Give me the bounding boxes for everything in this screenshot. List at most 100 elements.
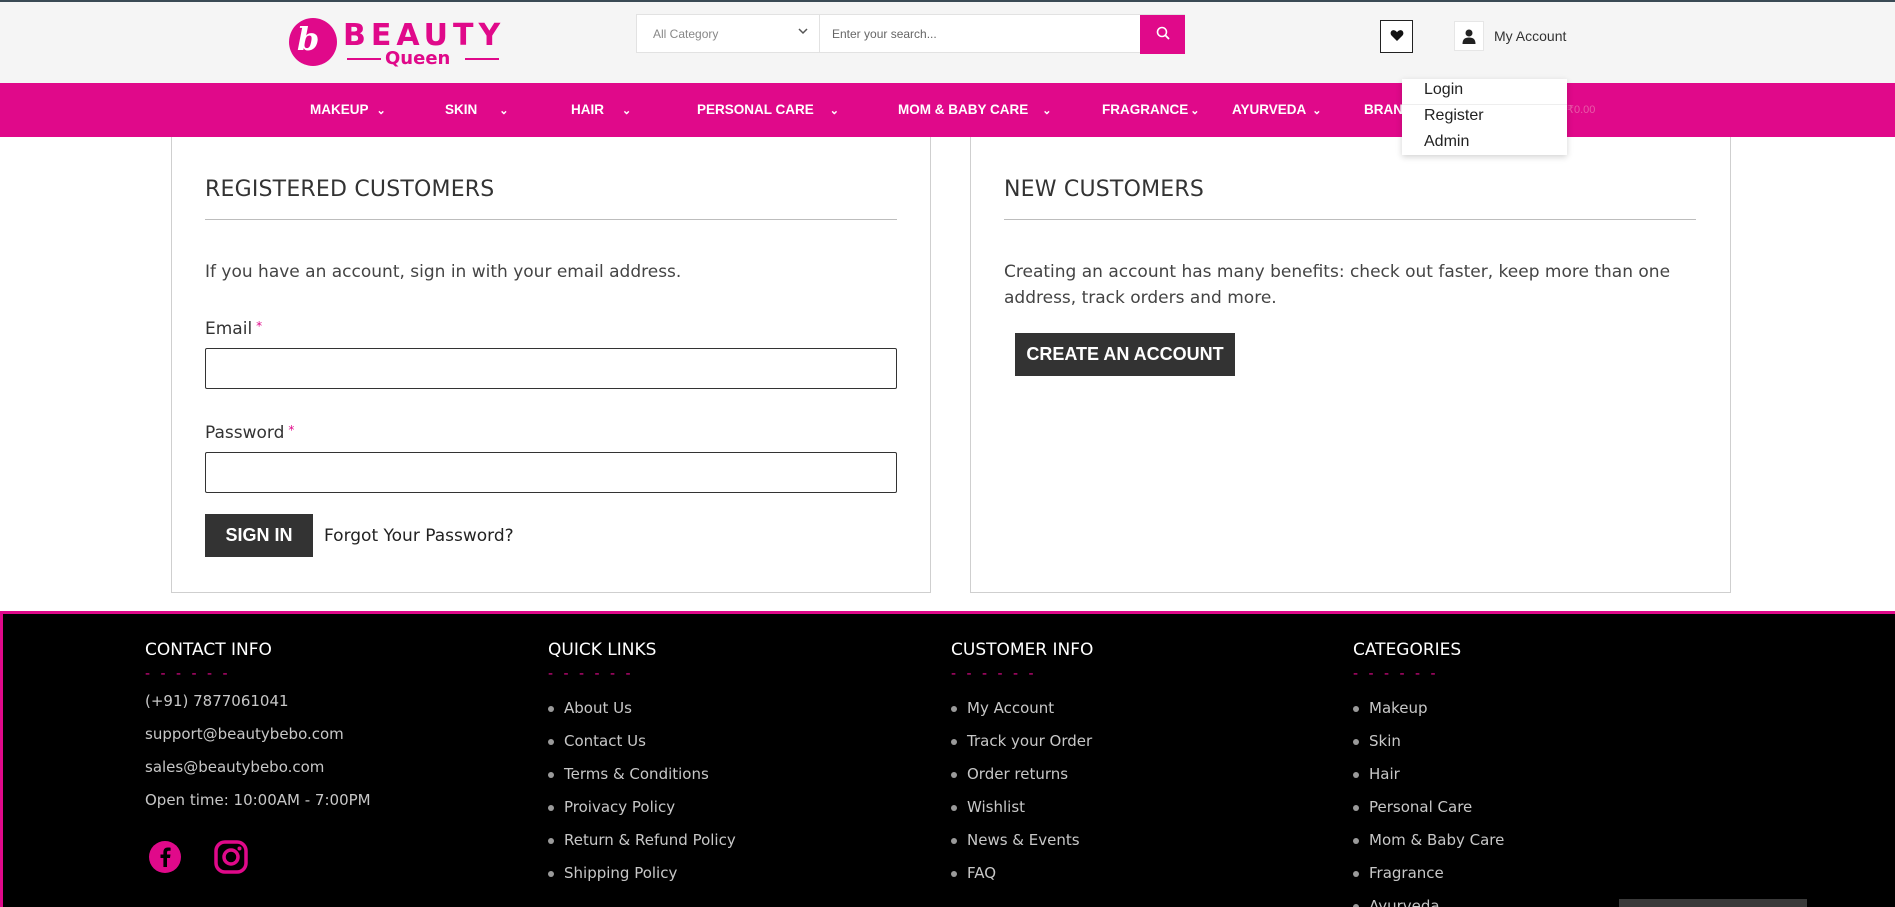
wishlist-button[interactable] bbox=[1380, 20, 1413, 53]
contact-phone[interactable]: (+91) 7877061041 bbox=[145, 690, 371, 713]
footer-link[interactable]: Hair bbox=[1353, 758, 1504, 791]
contact-email-sales[interactable]: sales@beautybebo.com bbox=[145, 756, 371, 779]
footer-link[interactable]: News & Events bbox=[951, 824, 1093, 857]
password-field[interactable] bbox=[205, 452, 897, 493]
nav-label: PERSONAL CARE bbox=[697, 102, 814, 117]
footer-link[interactable]: My Account bbox=[951, 692, 1093, 725]
nav-item-hair[interactable]: HAIR ⌄ bbox=[571, 102, 631, 117]
heading-underline: - - - - - - bbox=[1353, 666, 1439, 682]
email-field[interactable] bbox=[205, 348, 897, 389]
email-label: Email * bbox=[205, 319, 262, 339]
footer-heading: QUICK LINKS bbox=[548, 640, 657, 660]
new-customers-text: Creating an account has many benefits: c… bbox=[1004, 262, 1671, 308]
chevron-down-icon: ⌄ bbox=[1312, 105, 1322, 117]
menu-item-admin[interactable]: Admin bbox=[1402, 131, 1567, 157]
footer-link[interactable]: Mom & Baby Care bbox=[1353, 824, 1504, 857]
facebook-icon[interactable] bbox=[148, 840, 182, 874]
nav-item-brands[interactable]: BRAN bbox=[1364, 102, 1403, 117]
menu-item-register[interactable]: Register bbox=[1402, 105, 1567, 131]
footer-link[interactable]: Skin bbox=[1353, 725, 1504, 758]
nav-label: FRAGRANCE bbox=[1102, 102, 1189, 117]
logo-subtitle: Queen bbox=[385, 48, 451, 69]
email-label-text: Email bbox=[205, 319, 253, 339]
footer-link[interactable]: Track your Order bbox=[951, 725, 1093, 758]
nav-label: HAIR bbox=[571, 102, 604, 117]
title-divider bbox=[205, 219, 897, 220]
footer-link[interactable]: Personal Care bbox=[1353, 791, 1504, 824]
footer-customer-info: CUSTOMER INFO - - - - - - My Account Tra… bbox=[951, 640, 1093, 890]
nav-label: AYURVEDA bbox=[1232, 102, 1307, 117]
footer-categories: CATEGORIES - - - - - - Makeup Skin Hair … bbox=[1353, 640, 1504, 907]
chevron-down-icon: ⌄ bbox=[1190, 105, 1200, 117]
heart-icon bbox=[1390, 27, 1404, 46]
registered-intro: If you have an account, sign in with you… bbox=[205, 262, 682, 282]
footer-link[interactable]: Contact Us bbox=[548, 725, 736, 758]
brand-logo[interactable]: b BEAUTY Queen bbox=[289, 16, 509, 69]
nav-item-skin[interactable]: SKIN ⌄ bbox=[445, 102, 508, 117]
my-account-toggle[interactable]: My Account bbox=[1454, 21, 1566, 51]
logo-rule-left bbox=[347, 58, 381, 60]
main-nav: MAKEUP ⌄ SKIN ⌄ HAIR ⌄ PERSONAL CARE ⌄ MOM &… bbox=[0, 83, 1895, 137]
sign-in-button[interactable]: SIGN IN bbox=[205, 514, 313, 557]
heading-underline: - - - - - - bbox=[548, 666, 634, 682]
footer-link[interactable]: Shipping Policy bbox=[548, 857, 736, 890]
menu-item-login[interactable]: Login bbox=[1402, 79, 1567, 105]
instagram-icon[interactable] bbox=[214, 840, 248, 874]
create-account-button[interactable]: CREATE AN ACCOUNT bbox=[1015, 333, 1235, 376]
chevron-down-icon: ⌄ bbox=[1042, 105, 1052, 117]
heading-underline: - - - - - - bbox=[951, 666, 1037, 682]
logo-mark-letter: b bbox=[297, 20, 320, 58]
footer-quick-links: QUICK LINKS - - - - - - About Us Contact… bbox=[548, 640, 736, 890]
search-button[interactable] bbox=[1140, 15, 1185, 54]
search-bar: All Category bbox=[636, 14, 1185, 53]
social-links bbox=[148, 840, 248, 874]
title-divider bbox=[1004, 219, 1696, 220]
logo-rule-right bbox=[465, 58, 499, 60]
footer-link[interactable]: FAQ bbox=[951, 857, 1093, 890]
site-footer: CONTACT INFO - - - - - - (+91) 787706104… bbox=[0, 611, 1895, 907]
chevron-down-icon: ⌄ bbox=[499, 105, 509, 117]
nav-item-makeup[interactable]: MAKEUP ⌄ bbox=[310, 102, 386, 117]
footer-link[interactable]: Return & Refund Policy bbox=[548, 824, 736, 857]
footer-link[interactable]: Fragrance bbox=[1353, 857, 1504, 890]
footer-link[interactable]: About Us bbox=[548, 692, 736, 725]
nav-item-fragrance[interactable]: FRAGRANCE ⌄ bbox=[1102, 102, 1199, 117]
nav-label: SKIN bbox=[445, 102, 478, 117]
contact-open-time: Open time: 10:00AM - 7:00PM bbox=[145, 791, 371, 809]
footer-link[interactable]: Wishlist bbox=[951, 791, 1093, 824]
nav-item-ayurveda[interactable]: AYURVEDA ⌄ bbox=[1232, 102, 1322, 117]
chevron-down-icon: ⌄ bbox=[622, 105, 632, 117]
password-label-text: Password bbox=[205, 423, 285, 443]
category-select[interactable]: All Category bbox=[637, 15, 820, 52]
category-select-value: All Category bbox=[653, 27, 719, 41]
new-customers-panel: NEW CUSTOMERS Creating an account has ma… bbox=[970, 137, 1731, 593]
nav-item-personal-care[interactable]: PERSONAL CARE ⌄ bbox=[697, 102, 839, 117]
footer-link[interactable]: Terms & Conditions bbox=[548, 758, 736, 791]
chevron-down-icon bbox=[797, 25, 809, 40]
nav-label: MOM & BABY CARE bbox=[898, 102, 1029, 117]
footer-link[interactable]: Order returns bbox=[951, 758, 1093, 791]
registered-title: REGISTERED CUSTOMERS bbox=[205, 177, 495, 202]
footer-link[interactable]: Proivacy Policy bbox=[548, 791, 736, 824]
nav-item-mom-baby-care[interactable]: MOM & BABY CARE ⌄ bbox=[898, 102, 1051, 117]
required-mark: * bbox=[288, 423, 295, 437]
nav-label: MAKEUP bbox=[310, 102, 369, 117]
chevron-down-icon: ⌄ bbox=[376, 105, 386, 117]
cart-total[interactable]: ₹0.00 bbox=[1567, 103, 1595, 116]
account-dropdown: Login Register Admin bbox=[1402, 79, 1567, 155]
footer-link[interactable]: Ayurveda bbox=[1353, 890, 1504, 907]
footer-heading: CATEGORIES bbox=[1353, 640, 1462, 660]
contact-email-support[interactable]: support@beautybebo.com bbox=[145, 723, 371, 746]
forgot-password-link[interactable]: Forgot Your Password? bbox=[324, 526, 514, 546]
new-customers-title: NEW CUSTOMERS bbox=[1004, 177, 1205, 202]
search-icon bbox=[1156, 25, 1170, 44]
search-input[interactable] bbox=[820, 15, 1184, 52]
floating-widget[interactable] bbox=[1619, 899, 1807, 907]
required-mark: * bbox=[256, 319, 263, 333]
footer-contact-info: CONTACT INFO - - - - - - (+91) 787706104… bbox=[145, 640, 371, 812]
my-account-label: My Account bbox=[1494, 28, 1567, 44]
user-icon bbox=[1454, 21, 1484, 51]
footer-link[interactable]: Makeup bbox=[1353, 692, 1504, 725]
heading-underline: - - - - - - bbox=[145, 666, 231, 682]
password-label: Password * bbox=[205, 423, 294, 443]
